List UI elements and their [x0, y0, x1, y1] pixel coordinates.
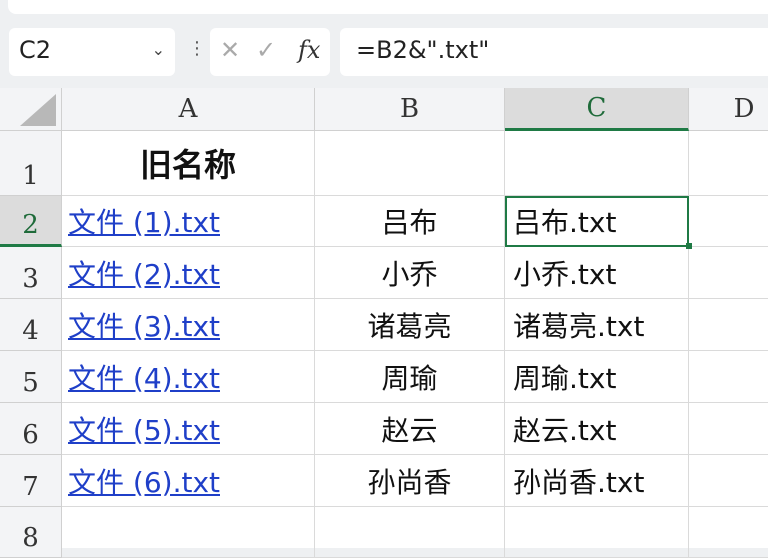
cell-A8[interactable] — [62, 507, 315, 558]
toolbar-strip — [8, 0, 768, 14]
row-header-5[interactable]: 5 — [0, 351, 62, 403]
row-header-7[interactable]: 7 — [0, 455, 62, 507]
cell-B6[interactable]: 赵云 — [315, 403, 505, 455]
row-header-8[interactable]: 8 — [0, 507, 62, 558]
cell-B1[interactable] — [315, 131, 505, 196]
cell-D2[interactable] — [689, 196, 768, 247]
cell-C5[interactable]: 周瑜.txt — [505, 351, 689, 403]
more-icon[interactable]: ⋮ — [188, 38, 206, 59]
cell-C8[interactable] — [505, 507, 689, 558]
row-header-4[interactable]: 4 — [0, 299, 62, 351]
formula-value: =B2&".txt" — [356, 36, 490, 64]
cell-C1[interactable] — [505, 131, 689, 196]
row-header-2[interactable]: 2 — [0, 196, 62, 247]
formula-controls: ✕ ✓ fx — [210, 28, 330, 76]
cell-A5[interactable]: 文件 (4).txt — [62, 351, 315, 403]
cell-B4[interactable]: 诸葛亮 — [315, 299, 505, 351]
cell-A4[interactable]: 文件 (3).txt — [62, 299, 315, 351]
name-box-value: C2 — [19, 36, 52, 64]
row-header-3[interactable]: 3 — [0, 247, 62, 299]
cell-B3[interactable]: 小乔 — [315, 247, 505, 299]
cell-C6[interactable]: 赵云.txt — [505, 403, 689, 455]
cell-C4[interactable]: 诸葛亮.txt — [505, 299, 689, 351]
select-all-triangle-icon — [20, 94, 56, 126]
formula-input[interactable]: =B2&".txt" — [340, 28, 768, 76]
column-header-D[interactable]: D — [689, 88, 768, 131]
cell-A6[interactable]: 文件 (5).txt — [62, 403, 315, 455]
spreadsheet-grid: A B C D 1 2 3 4 5 6 7 8 旧名称 文件 (1).txt 吕布 吕布.txt 文件 (2).… — [0, 88, 768, 558]
fill-handle[interactable] — [686, 243, 692, 249]
cell-D4[interactable] — [689, 299, 768, 351]
cell-A1[interactable]: 旧名称 — [62, 131, 315, 196]
cell-D6[interactable] — [689, 403, 768, 455]
name-box[interactable]: C2 ⌄ — [9, 28, 175, 76]
cell-D3[interactable] — [689, 247, 768, 299]
cancel-icon[interactable]: ✕ — [220, 36, 240, 64]
chevron-down-icon[interactable]: ⌄ — [152, 40, 165, 59]
column-header-C[interactable]: C — [505, 88, 689, 131]
cell-D1[interactable] — [689, 131, 768, 196]
row-header-6[interactable]: 6 — [0, 403, 62, 455]
cell-D8[interactable] — [689, 507, 768, 558]
cell-C7[interactable]: 孙尚香.txt — [505, 455, 689, 507]
cell-B2[interactable]: 吕布 — [315, 196, 505, 247]
confirm-icon[interactable]: ✓ — [256, 36, 276, 64]
cell-D7[interactable] — [689, 455, 768, 507]
row-header-1[interactable]: 1 — [0, 131, 62, 196]
cell-B5[interactable]: 周瑜 — [315, 351, 505, 403]
column-header-B[interactable]: B — [315, 88, 505, 131]
cell-C3[interactable]: 小乔.txt — [505, 247, 689, 299]
cell-D5[interactable] — [689, 351, 768, 403]
cell-C2[interactable]: 吕布.txt — [505, 196, 689, 247]
function-icon[interactable]: fx — [298, 36, 320, 64]
cell-A2[interactable]: 文件 (1).txt — [62, 196, 315, 247]
cell-B7[interactable]: 孙尚香 — [315, 455, 505, 507]
cell-B8[interactable] — [315, 507, 505, 558]
column-header-A[interactable]: A — [62, 88, 315, 131]
cell-A3[interactable]: 文件 (2).txt — [62, 247, 315, 299]
cell-A7[interactable]: 文件 (6).txt — [62, 455, 315, 507]
